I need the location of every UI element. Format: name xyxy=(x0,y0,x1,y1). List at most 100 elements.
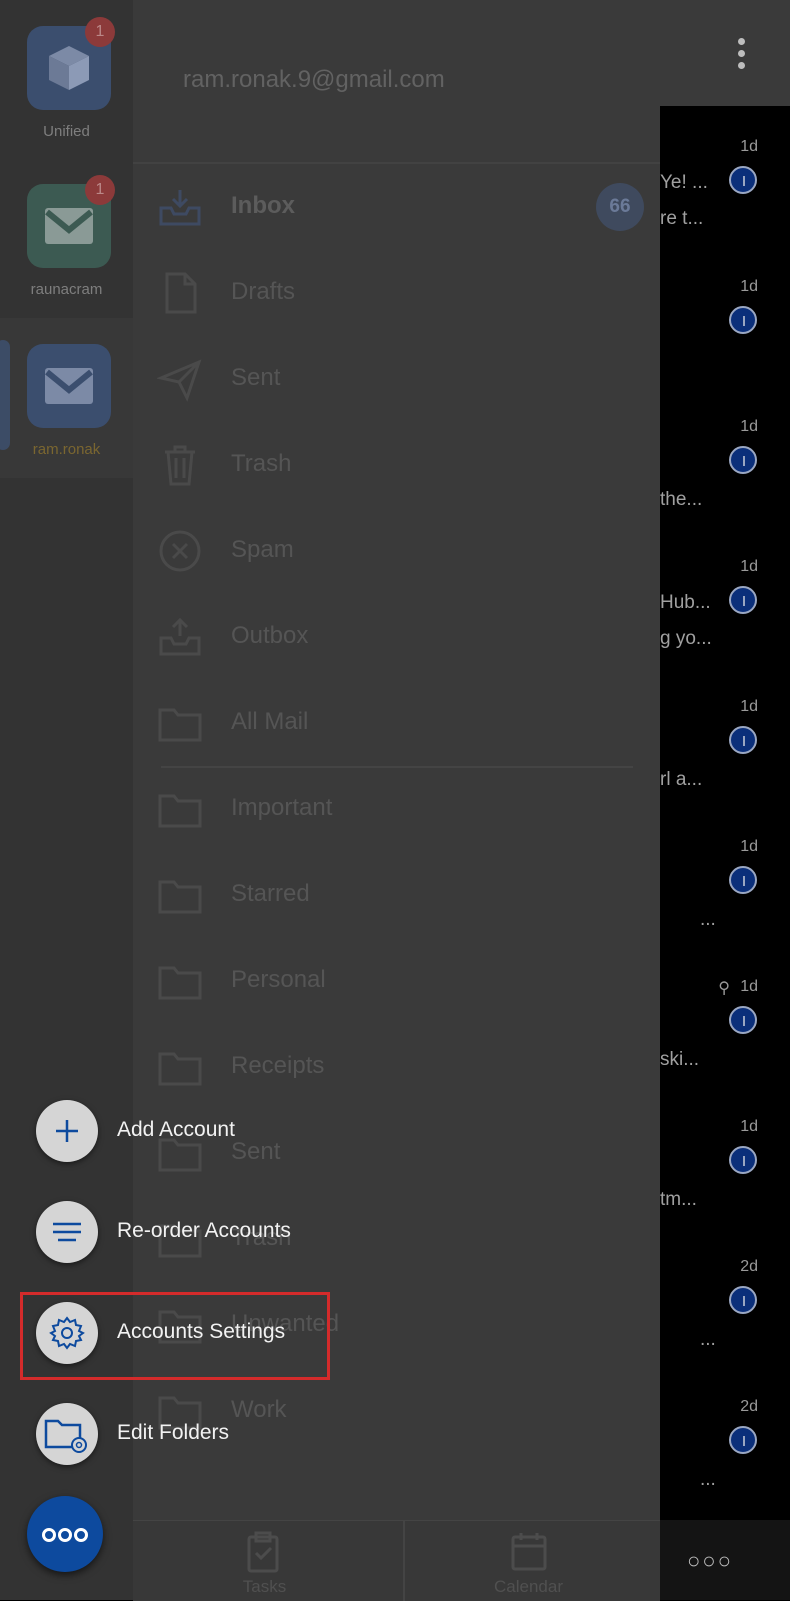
top-bar xyxy=(660,0,790,106)
tasks-icon xyxy=(247,1531,279,1573)
account-label: Unified xyxy=(43,123,90,140)
email-row[interactable]: ⚲ 1d ski... xyxy=(660,978,790,1118)
folder-label: Outbox xyxy=(231,622,309,649)
fab-more-button[interactable] xyxy=(27,1496,103,1572)
email-date: 1d xyxy=(740,278,758,295)
email-date: 1d xyxy=(740,558,758,575)
unread-indicator-icon xyxy=(729,166,757,194)
folder-drafts[interactable]: Drafts xyxy=(133,250,660,336)
folder-trash[interactable]: Trash xyxy=(133,422,660,508)
unread-indicator-icon xyxy=(729,1006,757,1034)
selected-indicator xyxy=(0,340,10,450)
email-snippet: re t... xyxy=(660,208,704,229)
gmail-icon xyxy=(27,344,111,428)
folder-receipts[interactable]: Receipts xyxy=(133,1024,660,1110)
more-options-icon[interactable] xyxy=(738,38,745,74)
unread-indicator-icon xyxy=(729,1146,757,1174)
menu-label: Re-order Accounts xyxy=(117,1219,291,1242)
email-date: 1d xyxy=(740,138,758,155)
account-ram-ronak[interactable]: ram.ronak xyxy=(0,318,133,478)
calendar-icon xyxy=(511,1533,547,1571)
attachment-icon: ⚲ xyxy=(718,980,730,997)
account-label: raunacram xyxy=(30,281,103,298)
edit-folders-action[interactable]: Edit Folders xyxy=(36,1403,336,1465)
unread-indicator-icon xyxy=(729,586,757,614)
send-icon xyxy=(157,359,202,402)
email-snippet: ... xyxy=(700,909,716,930)
email-date: 2d xyxy=(740,1258,758,1275)
account-label: ram.ronak xyxy=(32,441,101,458)
account-unified[interactable]: 1 Unified xyxy=(0,0,133,160)
unread-indicator-icon xyxy=(729,1426,757,1454)
folder-all-mail[interactable]: All Mail xyxy=(133,680,660,766)
email-snippet: ... xyxy=(700,1469,716,1490)
email-row[interactable]: 1d the... xyxy=(660,418,790,558)
edit-folders-button[interactable] xyxy=(36,1403,98,1465)
email-row[interactable]: 1d tm... xyxy=(660,1118,790,1258)
email-row[interactable]: 1d xyxy=(660,278,790,418)
email-snippet: Ye! ... xyxy=(660,172,708,193)
bottom-tab-bar: Tasks Calendar xyxy=(133,1520,660,1601)
folder-icon xyxy=(158,880,202,914)
spam-icon xyxy=(159,530,201,572)
trash-icon xyxy=(165,445,195,486)
folder-spam[interactable]: Spam xyxy=(133,508,660,594)
email-row[interactable]: 2d ... xyxy=(660,1258,790,1398)
unread-indicator-icon xyxy=(729,1286,757,1314)
unread-count-badge: 66 xyxy=(596,183,644,231)
tab-tasks[interactable]: Tasks xyxy=(133,1521,396,1601)
email-snippet: rl a... xyxy=(660,769,703,790)
more-icon[interactable]: ○○○ xyxy=(687,1548,733,1574)
email-row[interactable]: 1d Ye! ... re t... xyxy=(660,138,790,278)
add-account-button[interactable] xyxy=(36,1100,98,1162)
folder-starred[interactable]: Starred xyxy=(133,852,660,938)
folder-sent[interactable]: Sent xyxy=(133,336,660,422)
fab-dot-icon xyxy=(42,1528,56,1543)
reorder-accounts-button[interactable] xyxy=(36,1201,98,1263)
folder-important[interactable]: Important xyxy=(133,766,660,852)
folder-label: Starred xyxy=(231,880,310,907)
draft-icon xyxy=(165,272,197,314)
folder-icon xyxy=(158,1052,202,1086)
email-snippet: the... xyxy=(660,489,703,510)
email-row[interactable]: 2d ... xyxy=(660,1398,790,1538)
add-account-action[interactable]: Add Account xyxy=(36,1100,336,1162)
fab-dot-icon xyxy=(74,1528,88,1543)
email-date: 1d xyxy=(740,838,758,855)
email-row[interactable]: 1d ... xyxy=(660,838,790,978)
folder-label: Personal xyxy=(231,966,326,993)
folder-icon xyxy=(158,708,202,742)
email-snippet: g yo... xyxy=(660,628,712,649)
tab-label: Calendar xyxy=(494,1577,563,1596)
fab-dot-icon xyxy=(58,1528,72,1543)
folder-label: Spam xyxy=(231,536,294,563)
folder-inbox[interactable]: Inbox 66 xyxy=(133,164,660,250)
unread-indicator-icon xyxy=(729,726,757,754)
tab-calendar[interactable]: Calendar xyxy=(397,1521,660,1601)
unread-badge: 1 xyxy=(85,17,115,47)
folder-label: Important xyxy=(231,794,333,821)
unread-indicator-icon xyxy=(729,866,757,894)
email-date: 1d xyxy=(740,1118,758,1135)
email-date: 1d xyxy=(740,698,758,715)
folder-label: Sent xyxy=(231,364,281,391)
email-snippet: ... xyxy=(700,1329,716,1350)
account-raunacram[interactable]: 1 raunacram xyxy=(0,158,133,318)
folder-personal[interactable]: Personal xyxy=(133,938,660,1024)
folder-label: Trash xyxy=(231,450,292,477)
unread-badge: 1 xyxy=(85,175,115,205)
email-date: 1d xyxy=(740,978,758,995)
folder-icon xyxy=(158,966,202,1000)
plus-icon xyxy=(56,1120,78,1142)
email-date: 1d xyxy=(740,418,758,435)
email-snippet: tm... xyxy=(660,1189,697,1210)
unread-indicator-icon xyxy=(729,446,757,474)
folder-outbox[interactable]: Outbox xyxy=(133,594,660,680)
reorder-accounts-action[interactable]: Re-order Accounts xyxy=(36,1201,336,1263)
folder-label: Drafts xyxy=(231,278,296,305)
email-row[interactable]: 1d rl a... xyxy=(660,698,790,838)
inbox-icon xyxy=(159,190,201,226)
folder-settings-icon xyxy=(44,1419,87,1453)
email-row[interactable]: 1d Hub... g yo... xyxy=(660,558,790,698)
highlight-box xyxy=(20,1292,330,1380)
